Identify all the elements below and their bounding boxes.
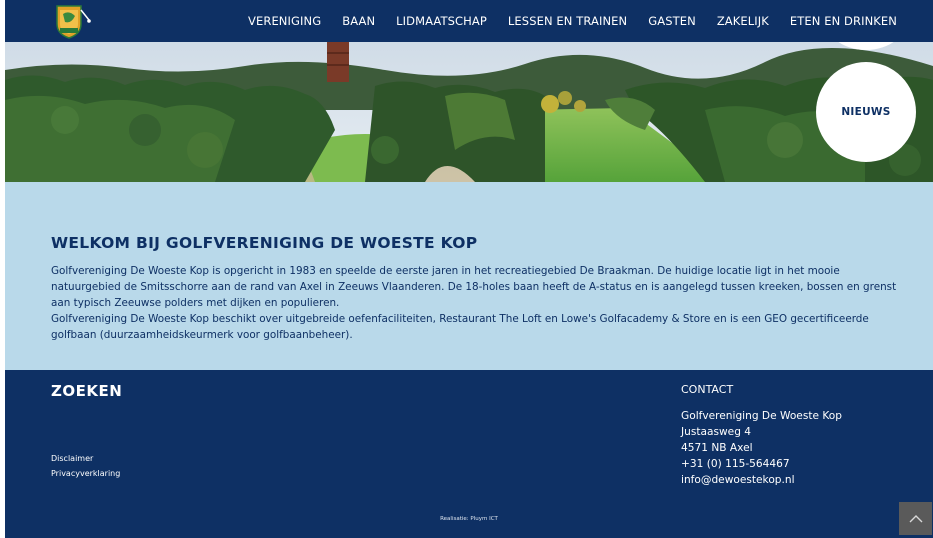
- back-to-top-button[interactable]: [899, 502, 932, 535]
- nav-zakelijk[interactable]: ZAKELIJK: [717, 14, 769, 28]
- contact-title: CONTACT: [681, 383, 734, 396]
- contact-street: Justaasweg 4: [681, 426, 752, 438]
- welcome-title: WELKOM BIJ GOLFVERENIGING DE WOESTE KOP: [51, 234, 478, 252]
- nav-eten-en-drinken[interactable]: ETEN EN DRINKEN: [790, 14, 897, 28]
- welcome-paragraph-1: Golfvereniging De Woeste Kop is opgerich…: [51, 265, 897, 309]
- contact-details: Golfvereniging De Woeste Kop Justaasweg …: [681, 408, 842, 488]
- credit-text[interactable]: Realisatie: Pluym ICT: [5, 516, 933, 522]
- nav-gasten[interactable]: GASTEN: [648, 14, 696, 28]
- chevron-up-icon: [909, 514, 922, 522]
- club-logo-icon: [56, 5, 91, 39]
- nieuws-button[interactable]: NIEUWS: [816, 62, 916, 162]
- nav-lidmaatschap[interactable]: LIDMAATSCHAP: [396, 14, 487, 28]
- contact-phone[interactable]: +31 (0) 115-564467: [681, 456, 842, 472]
- contact-name: Golfvereniging De Woeste Kop: [681, 410, 843, 422]
- privacy-link[interactable]: Privacyverklaring: [51, 466, 120, 481]
- nav-lessen-en-trainen[interactable]: LESSEN EN TRAINEN: [508, 14, 627, 28]
- nieuws-label: NIEUWS: [841, 106, 891, 118]
- welcome-paragraph-2: Golfvereniging De Woeste Kop beschikt ov…: [51, 313, 869, 341]
- search-title: ZOEKEN: [51, 382, 123, 400]
- contact-email[interactable]: info@dewoestekop.nl: [681, 472, 842, 488]
- disclaimer-link[interactable]: Disclaimer: [51, 451, 120, 466]
- nav-baan[interactable]: BAAN: [342, 14, 375, 28]
- welcome-section: WELKOM BIJ GOLFVERENIGING DE WOESTE KOP …: [5, 182, 933, 370]
- main-menu: VERENIGING BAAN LIDMAATSCHAP LESSEN EN T…: [248, 0, 897, 42]
- club-logo[interactable]: [51, 2, 93, 42]
- welcome-body: Golfvereniging De Woeste Kop is opgerich…: [51, 263, 901, 343]
- footer-links: Disclaimer Privacyverklaring: [51, 451, 120, 481]
- top-navigation: VERENIGING BAAN LIDMAATSCHAP LESSEN EN T…: [5, 0, 933, 42]
- nav-vereniging[interactable]: VERENIGING: [248, 14, 321, 28]
- page: NIEUWS VERENIGING BAAN LIDMAATSCHAP LESS…: [5, 0, 933, 538]
- footer: ZOEKEN Disclaimer Privacyverklaring CONT…: [5, 370, 933, 538]
- contact-city: 4571 NB Axel: [681, 442, 753, 454]
